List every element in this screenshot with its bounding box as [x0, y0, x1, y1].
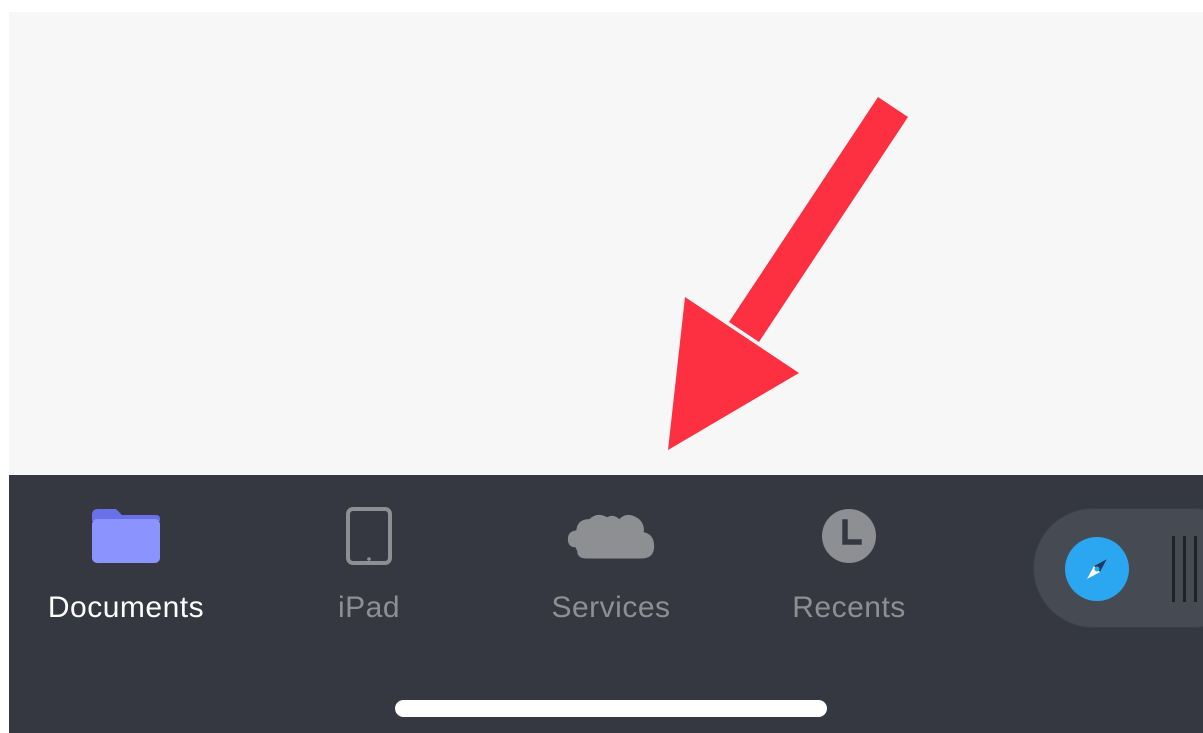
tab-bar: Documents iPad Services Recents	[9, 475, 1203, 733]
app-window: Documents iPad Services Recents	[9, 12, 1203, 733]
tab-label-ipad: iPad	[337, 591, 401, 624]
browser-widget[interactable]	[1033, 508, 1203, 628]
compass-icon[interactable]	[1065, 537, 1129, 601]
cloud-icon	[566, 505, 656, 567]
home-indicator[interactable]	[395, 700, 827, 717]
ipad-icon	[324, 505, 414, 567]
tab-ipad[interactable]: iPad	[319, 475, 419, 650]
tab-label-services: Services	[551, 591, 671, 624]
tab-label-recents: Recents	[792, 591, 906, 624]
tab-recents[interactable]: Recents	[774, 475, 924, 650]
drag-handle-icon[interactable]	[1171, 536, 1201, 602]
folder-icon	[81, 505, 171, 567]
tab-label-documents: Documents	[47, 591, 205, 624]
tab-documents[interactable]: Documents	[35, 475, 217, 650]
clock-icon	[804, 505, 894, 567]
content-area	[9, 12, 1203, 475]
tab-services[interactable]: Services	[529, 475, 693, 650]
